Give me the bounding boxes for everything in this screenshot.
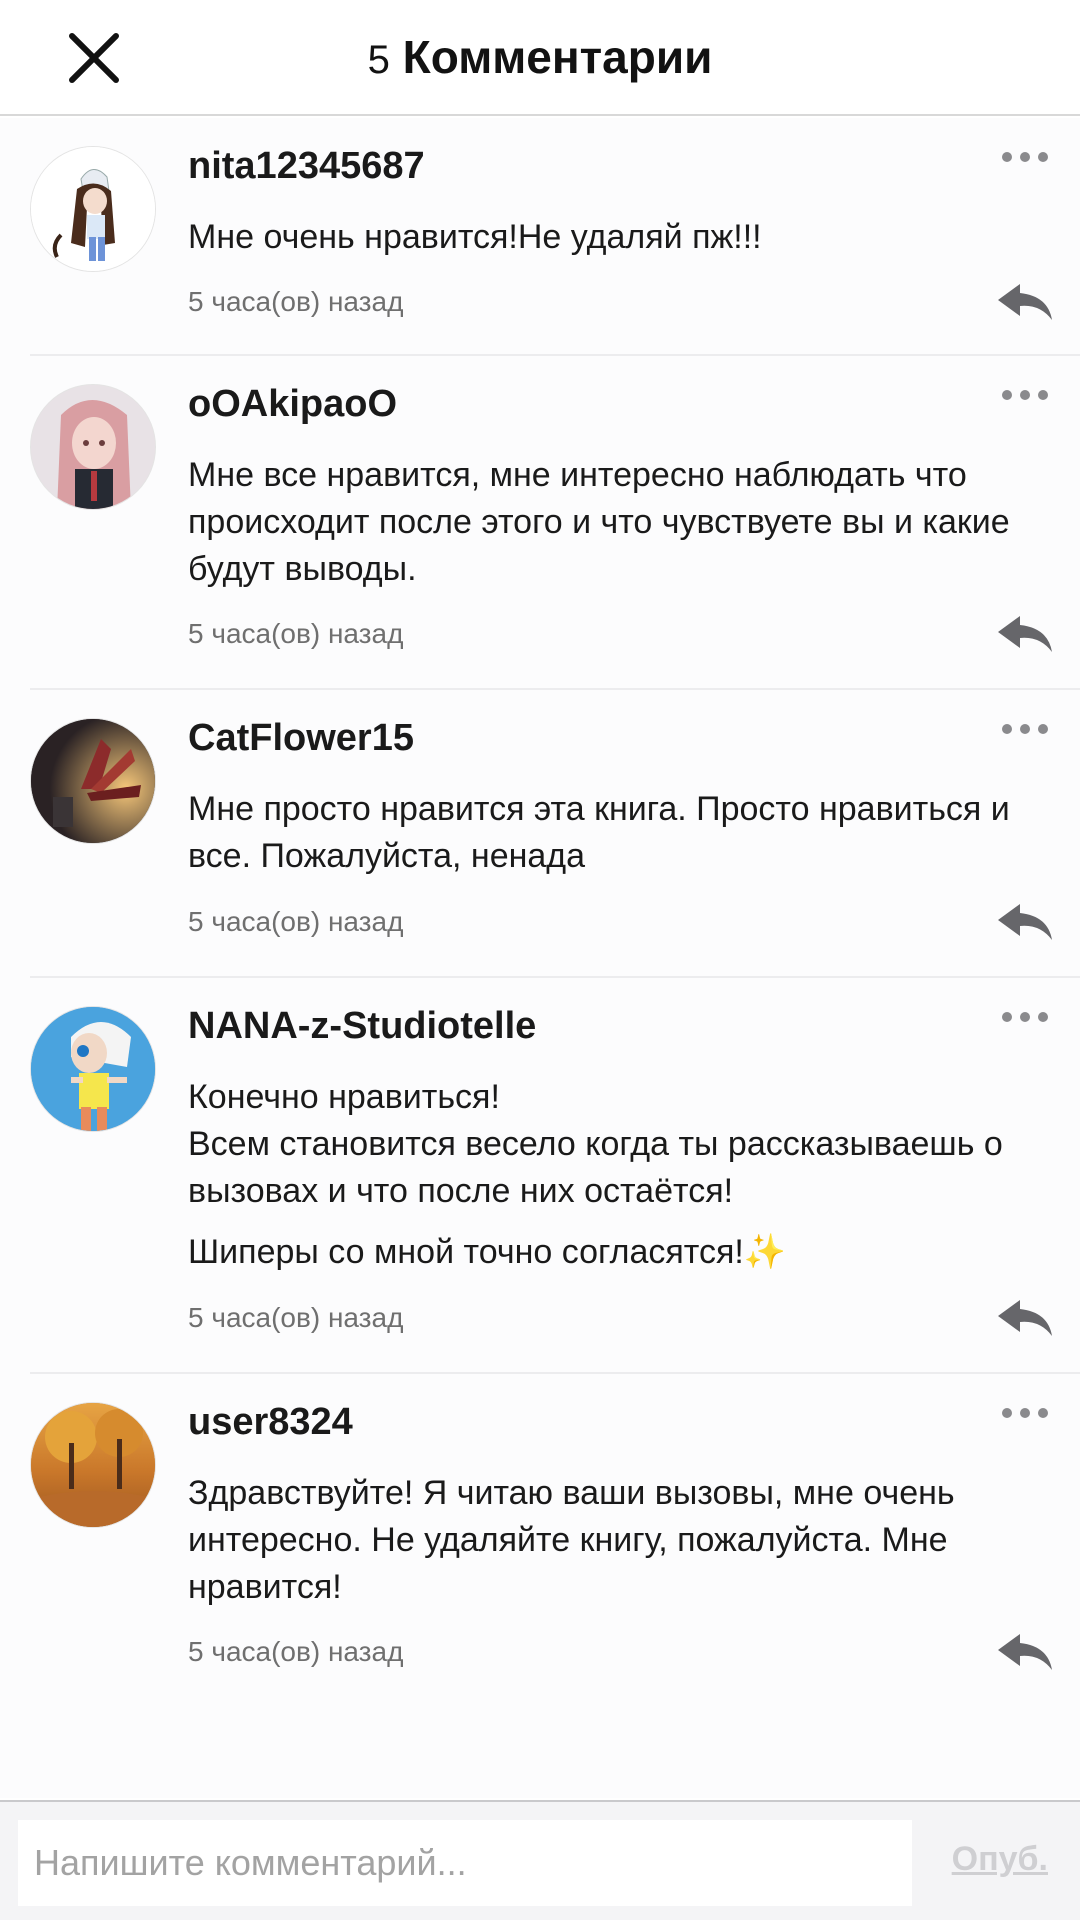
comment-text-line: Шиперы со мной точно согласятся!✨: [188, 1229, 1058, 1276]
comment-text: Мне очень нравится!Не удаляй пж!!!: [188, 214, 1058, 261]
reply-button[interactable]: [996, 1296, 1054, 1340]
comment-text: Конечно нравиться! Всем становится весел…: [188, 1074, 1058, 1276]
comment-username[interactable]: user8324: [188, 1398, 353, 1446]
comment-text-line: Всем становится весело когда ты рассказы…: [188, 1125, 1003, 1210]
more-dots-icon: [1002, 390, 1048, 400]
reply-button[interactable]: [996, 612, 1054, 656]
more-options-button[interactable]: [998, 1398, 1052, 1428]
comment-item: oOAkipaoO Мне все нравится, мне интересн…: [0, 356, 1080, 690]
comment-text-line: Здравствуйте! Я читаю ваши вызовы, мне о…: [188, 1474, 955, 1606]
more-dots-icon: [1002, 1012, 1048, 1022]
avatar[interactable]: [30, 1402, 156, 1528]
more-dots-icon: [1002, 152, 1048, 162]
publish-button[interactable]: Опуб.: [952, 1840, 1048, 1879]
avatar-image: [31, 385, 155, 509]
reply-button[interactable]: [996, 280, 1054, 324]
avatar[interactable]: [30, 384, 156, 510]
comment-count: 5: [367, 38, 390, 82]
page-title: 5 Комментарии: [0, 24, 1080, 90]
more-dots-icon: [1002, 724, 1048, 734]
comment-timestamp: 5 часа(ов) назад: [188, 1302, 404, 1333]
avatar[interactable]: [30, 146, 156, 272]
avatar[interactable]: [30, 718, 156, 844]
comment-text-line: Мне просто нравится эта книга. Просто нр…: [188, 790, 1010, 875]
comment-list: nita12345687 Мне очень нравится!Не удаля…: [0, 118, 1080, 1798]
avatar-image: [31, 147, 155, 271]
header: 5 Комментарии: [0, 0, 1080, 116]
avatar-image: [31, 719, 155, 843]
sparkles-icon: ✨: [743, 1233, 787, 1271]
comment-text: Мне все нравится, мне интересно наблюдат…: [188, 452, 1058, 593]
reply-arrow-icon: [998, 1634, 1052, 1670]
title-label: Комментарии: [402, 31, 713, 83]
comment-text-line: Конечно нравиться!: [188, 1078, 500, 1116]
comment-text-line: Мне очень нравится!Не удаляй пж!!!: [188, 218, 762, 256]
more-dots-icon: [1002, 1408, 1048, 1418]
avatar[interactable]: [30, 1006, 156, 1132]
comment-text-line: Мне все нравится, мне интересно наблюдат…: [188, 456, 1010, 588]
reply-arrow-icon: [998, 284, 1052, 320]
more-options-button[interactable]: [998, 1002, 1052, 1032]
comment-item: CatFlower15 Мне просто нравится эта книг…: [0, 690, 1080, 978]
comment-text: Здравствуйте! Я читаю ваши вызовы, мне о…: [188, 1470, 1058, 1611]
reply-arrow-icon: [998, 904, 1052, 940]
comment-timestamp: 5 часа(ов) назад: [188, 906, 404, 937]
comment-text-segment: Шиперы со мной точно согласятся!: [188, 1233, 744, 1271]
comment-username[interactable]: NANA-z-Studiotelle: [188, 1002, 536, 1050]
more-options-button[interactable]: [998, 380, 1052, 410]
reply-arrow-icon: [998, 616, 1052, 652]
comment-timestamp: 5 часа(ов) назад: [188, 618, 404, 649]
reply-arrow-icon: [998, 1300, 1052, 1336]
comment-item: nita12345687 Мне очень нравится!Не удаля…: [0, 118, 1080, 356]
avatar-image: [31, 1403, 155, 1527]
comment-item: user8324 Здравствуйте! Я читаю ваши вызо…: [0, 1374, 1080, 1708]
more-options-button[interactable]: [998, 142, 1052, 172]
comment-item: NANA-z-Studiotelle Конечно нравиться! Вс…: [0, 978, 1080, 1374]
avatar-image: [31, 1007, 155, 1131]
more-options-button[interactable]: [998, 714, 1052, 744]
comment-username[interactable]: oOAkipaoO: [188, 380, 397, 428]
comment-composer: Опуб.: [0, 1800, 1080, 1920]
comment-text: Мне просто нравится эта книга. Просто нр…: [188, 786, 1058, 880]
comment-username[interactable]: CatFlower15: [188, 714, 414, 762]
comment-username[interactable]: nita12345687: [188, 142, 425, 190]
comment-timestamp: 5 часа(ов) назад: [188, 286, 404, 317]
comment-timestamp: 5 часа(ов) назад: [188, 1636, 404, 1667]
comment-input[interactable]: [18, 1820, 912, 1906]
reply-button[interactable]: [996, 900, 1054, 944]
reply-button[interactable]: [996, 1630, 1054, 1674]
